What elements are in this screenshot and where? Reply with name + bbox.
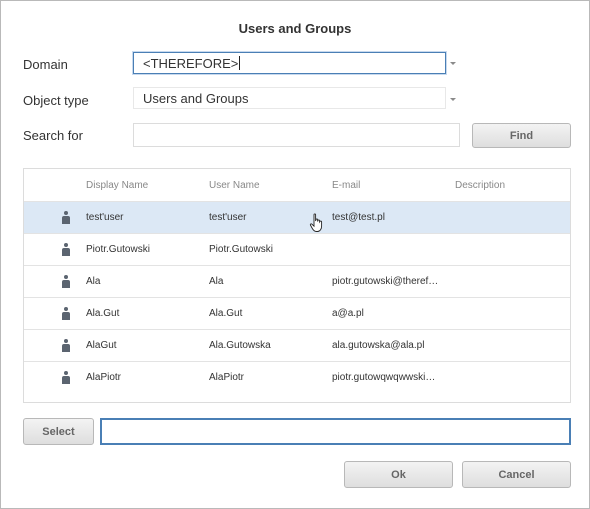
user-name-cell: Ala.Gutowska — [209, 340, 271, 351]
users-grid: Display Name User Name E-mail Descriptio… — [23, 168, 571, 403]
user-name-cell: Ala.Gut — [209, 308, 243, 319]
column-header-display-name[interactable]: Display Name — [86, 180, 148, 191]
display-name-cell: Ala.Gut — [86, 308, 120, 319]
users-and-groups-dialog: Users and Groups Domain <THEREFORE> Obje… — [0, 0, 590, 509]
table-row[interactable]: AlaGut Ala.Gutowska ala.gutowska@ala.pl — [24, 329, 570, 362]
email-cell: ala.gutowska@ala.pl — [332, 340, 425, 351]
column-header-user-name[interactable]: User Name — [209, 180, 260, 191]
display-name-cell: test'user — [86, 212, 124, 223]
text-caret — [239, 56, 241, 70]
user-name-cell: AlaPiotr — [209, 372, 245, 383]
object-type-value: Users and Groups — [143, 91, 249, 106]
column-header-email[interactable]: E-mail — [332, 180, 360, 191]
email-cell: test@test.pl — [332, 212, 385, 223]
search-for-label: Search for — [23, 128, 83, 143]
object-type-dropdown-arrow-icon[interactable] — [450, 98, 456, 101]
user-name-cell: Piotr.Gutowski — [209, 244, 273, 255]
find-button[interactable]: Find — [472, 123, 571, 148]
hand-pointer-cursor-icon — [309, 213, 323, 232]
table-row[interactable]: test'user test'user test@test.pl — [24, 201, 570, 234]
column-header-description[interactable]: Description — [455, 180, 505, 191]
display-name-cell: AlaGut — [86, 340, 117, 351]
domain-label: Domain — [23, 57, 68, 72]
search-input[interactable] — [133, 123, 460, 147]
email-cell: a@a.pl — [332, 308, 364, 319]
display-name-cell: Ala — [86, 276, 101, 287]
object-type-select[interactable]: Users and Groups — [133, 87, 446, 109]
dialog-title: Users and Groups — [238, 21, 352, 36]
domain-value: <THEREFORE> — [143, 56, 239, 71]
ok-button[interactable]: Ok — [344, 461, 453, 488]
table-row[interactable]: AlaPiotr AlaPiotr piotr.gutowqwqwwski… — [24, 361, 570, 394]
grid-header: Display Name User Name E-mail Descriptio… — [24, 169, 570, 201]
domain-dropdown-arrow-icon[interactable] — [450, 62, 456, 65]
user-icon — [62, 307, 70, 320]
selection-input[interactable] — [100, 418, 571, 445]
table-row[interactable]: Ala Ala piotr.gutowski@theref… — [24, 265, 570, 298]
user-icon — [62, 211, 70, 224]
display-name-cell: AlaPiotr — [86, 372, 122, 383]
user-name-cell: Ala — [209, 276, 224, 287]
table-row[interactable]: Piotr.Gutowski Piotr.Gutowski — [24, 233, 570, 266]
table-row[interactable]: Ala.Gut Ala.Gut a@a.pl — [24, 297, 570, 330]
user-icon — [62, 339, 70, 352]
user-icon — [62, 275, 70, 288]
user-icon — [62, 371, 70, 384]
user-icon — [62, 243, 70, 256]
domain-field[interactable]: <THEREFORE> — [133, 52, 446, 74]
object-type-label: Object type — [23, 93, 89, 108]
select-button[interactable]: Select — [23, 418, 94, 445]
email-cell: piotr.gutowski@theref… — [332, 276, 439, 287]
user-name-cell: test'user — [209, 212, 247, 223]
display-name-cell: Piotr.Gutowski — [86, 244, 150, 255]
cancel-button[interactable]: Cancel — [462, 461, 571, 488]
email-cell: piotr.gutowqwqwwski… — [332, 372, 436, 383]
